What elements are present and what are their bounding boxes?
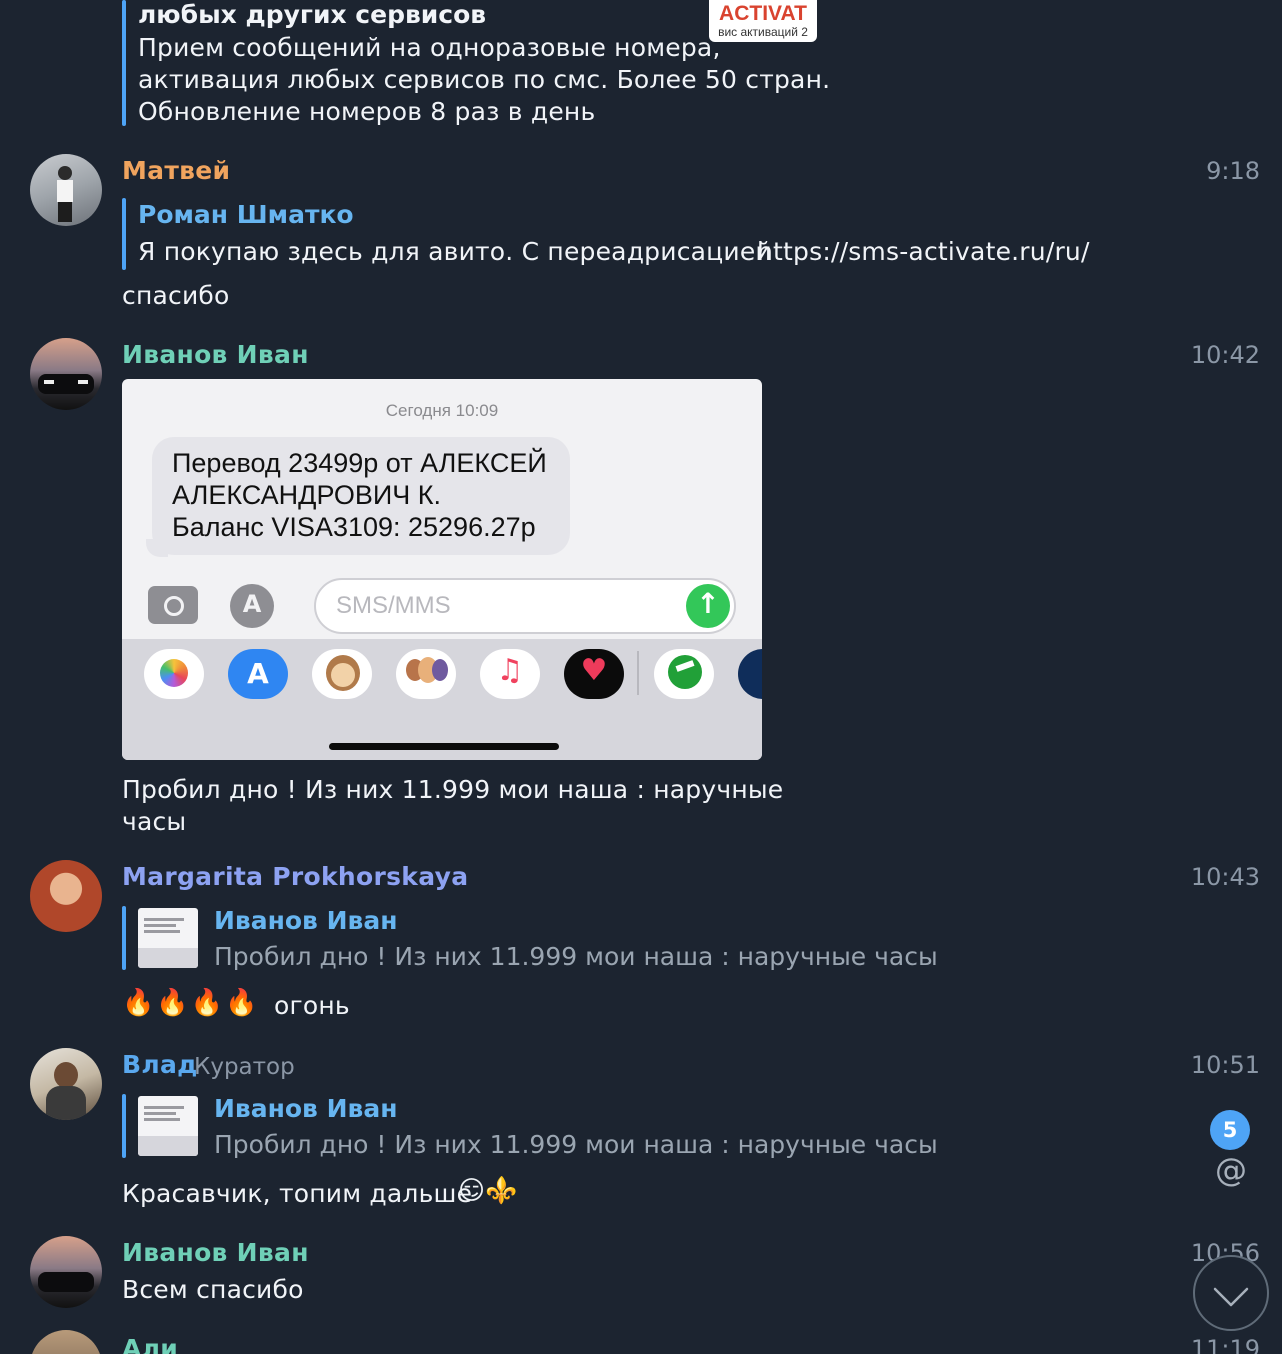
reply-sender-name[interactable]: Иванов Иван — [214, 906, 397, 936]
logo-title: ACTIVAT — [719, 2, 807, 25]
reply-link[interactable]: https://sms-activate.ru/ru/ — [757, 236, 1090, 268]
sms-input: SMS/MMS ↑ — [314, 578, 736, 634]
link-preview-bar — [122, 0, 126, 126]
sms-date: Сегодня 10:09 — [385, 401, 499, 420]
app-tray: A ♫ ♥ — [122, 639, 762, 760]
photos-icon — [144, 649, 204, 699]
sender-name[interactable]: Иванов Иван — [122, 1238, 309, 1268]
sms-input-placeholder: SMS/MMS — [336, 592, 451, 619]
link-preview-title[interactable]: любых других сервисов — [138, 0, 486, 30]
avatar[interactable] — [30, 154, 102, 226]
message-text: огонь — [274, 991, 350, 1020]
reply-thumbnail[interactable] — [138, 908, 198, 968]
app-tray-icon — [738, 649, 762, 699]
logo-subtitle: вис активаций 2 — [718, 25, 808, 39]
message-text: спасибо — [122, 281, 230, 310]
avatar[interactable] — [30, 1236, 102, 1308]
unread-mentions-badge[interactable]: 5 — [1210, 1110, 1250, 1150]
animoji-icon — [312, 649, 372, 699]
photo-attachment[interactable]: Сегодня 10:09 Перевод 23499р от АЛЕКСЕЙ … — [122, 379, 762, 760]
avatar[interactable] — [30, 860, 102, 932]
avatar[interactable] — [30, 1330, 102, 1354]
reply-bar — [122, 906, 126, 970]
reply-sender-name[interactable]: Иванов Иван — [214, 1094, 397, 1124]
message-text: Красавчик, топим дальше — [122, 1179, 473, 1208]
link-preview-desc-2: активация любых сервисов по смс. Более 5… — [138, 65, 831, 94]
reply-bar — [122, 198, 126, 270]
fire-emoji: 🔥🔥🔥🔥 — [122, 988, 260, 1018]
reply-bar — [122, 1094, 126, 1158]
message-time: 9:18 — [1206, 157, 1260, 185]
reply-text[interactable]: Я покупаю здесь для авито. С переадрисац… — [138, 236, 772, 268]
avatar[interactable] — [30, 338, 102, 410]
message-text-line-2: часы — [122, 807, 187, 836]
tray-divider — [637, 651, 639, 695]
sender-name[interactable]: Матвей — [122, 156, 230, 186]
music-icon: ♫ — [480, 649, 540, 699]
reply-text[interactable]: Пробил дно ! Из них 11.999 мои наша : на… — [214, 942, 938, 972]
send-arrow-icon: ↑ — [686, 584, 730, 628]
sms-text: Перевод 23499р от АЛЕКСЕЙ АЛЕКСАНДРОВИЧ … — [172, 448, 547, 542]
sender-name[interactable]: Иванов Иван — [122, 340, 309, 370]
sender-role-badge: Куратор — [194, 1054, 295, 1080]
mention-icon[interactable]: @ — [1211, 1150, 1251, 1190]
message-time: 10:43 — [1190, 863, 1260, 891]
sender-name[interactable]: Margarita Prokhorskaya — [122, 862, 468, 892]
sender-name[interactable]: Влад — [122, 1050, 198, 1080]
chat-view: любых других сервисов Прием сообщений на… — [0, 0, 1282, 1354]
camera-icon — [148, 586, 198, 624]
app-store-icon: A — [230, 584, 274, 628]
chevron-down-icon — [1213, 1287, 1249, 1307]
memoji-icon — [396, 649, 456, 699]
avatar[interactable] — [30, 1048, 102, 1120]
message-text-line-1: Пробил дно ! Из них 11.999 мои наша : на… — [122, 775, 784, 804]
link-preview-desc-1: Прием сообщений на одноразовые номера, — [138, 33, 721, 62]
smirk-emoji: 😏⚜️ — [458, 1176, 518, 1206]
reply-sender-name[interactable]: Роман Шматко — [138, 200, 354, 230]
message-time: 11:19 — [1190, 1335, 1260, 1354]
reply-text[interactable]: Пробил дно ! Из них 11.999 мои наша : на… — [214, 1130, 938, 1160]
reply-thumbnail[interactable] — [138, 1096, 198, 1156]
message-text: Всем спасибо — [122, 1275, 304, 1304]
link-preview-desc-3: Обновление номеров 8 раз в день — [138, 97, 596, 126]
message-time: 10:42 — [1190, 341, 1260, 369]
scroll-down-button[interactable] — [1193, 1255, 1269, 1331]
sberbank-icon — [654, 649, 714, 699]
message-time: 10:51 — [1190, 1051, 1260, 1079]
sender-name[interactable]: Али — [122, 1334, 178, 1354]
app-store-tray-icon: A — [228, 649, 288, 699]
home-indicator — [329, 743, 559, 750]
link-preview-logo[interactable]: ACTIVAT вис активаций 2 — [709, 0, 817, 42]
digital-touch-icon: ♥ — [564, 649, 624, 699]
